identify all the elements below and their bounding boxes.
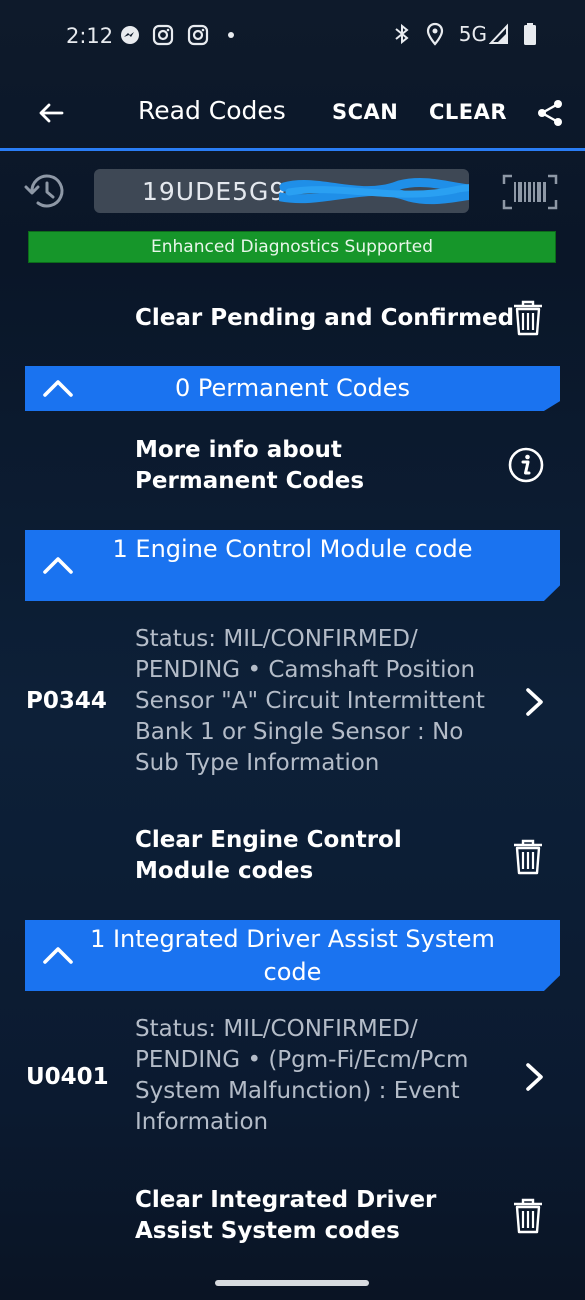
location-icon <box>426 22 443 46</box>
enhanced-diagnostics-banner: Enhanced Diagnostics Supported <box>28 231 556 263</box>
app-bar: Read Codes SCAN CLEAR <box>0 72 585 150</box>
status-right-icons: 5G <box>393 22 537 46</box>
clear-driver-assist-codes-row[interactable]: Clear Integrated Driver Assist System co… <box>0 1182 585 1254</box>
app-bar-divider <box>0 148 585 151</box>
trash-icon[interactable] <box>512 300 544 336</box>
share-icon[interactable] <box>535 98 565 128</box>
instagram-icon <box>152 24 174 46</box>
dot-icon <box>228 32 234 38</box>
driver-assist-system-header[interactable]: 1 Integrated Driver Assist System code <box>25 920 560 991</box>
chevron-up-icon[interactable] <box>41 944 75 966</box>
trouble-code-row[interactable]: U0401 Status: MIL/CONFIRMED/ PENDING • (… <box>0 1012 585 1147</box>
vin-input[interactable]: 19UDE5G9 <box>94 169 469 213</box>
trouble-code-description: Status: MIL/CONFIRMED/ PENDING • (Pgm-Fi… <box>135 1016 469 1135</box>
clear-button[interactable]: CLEAR <box>429 100 507 124</box>
history-icon[interactable] <box>24 172 70 212</box>
back-arrow-icon[interactable] <box>34 96 68 130</box>
section-title: 0 Permanent Codes <box>175 374 410 402</box>
trouble-code-id: P0344 <box>26 688 107 714</box>
trouble-code-id: U0401 <box>26 1064 109 1090</box>
barcode-scan-icon[interactable] <box>502 174 558 210</box>
permanent-codes-header[interactable]: 0 Permanent Codes <box>25 366 560 411</box>
permanent-codes-info-label[interactable]: More info about Permanent Codes <box>135 435 480 497</box>
bluetooth-icon <box>395 23 409 45</box>
instagram-icon <box>187 24 209 46</box>
scan-button[interactable]: SCAN <box>332 100 398 124</box>
trash-icon[interactable] <box>512 839 544 875</box>
info-icon[interactable] <box>508 447 544 483</box>
signal-icon <box>489 23 508 44</box>
messenger-icon <box>121 26 139 44</box>
redaction-scribble <box>279 178 469 205</box>
trouble-code-description: Status: MIL/CONFIRMED/ PENDING • Camshaf… <box>135 626 485 776</box>
clear-engine-codes-row[interactable]: Clear Engine Control Module codes <box>0 822 585 894</box>
clear-all-row[interactable]: Clear Pending and Confirmed <box>0 290 585 350</box>
clear-all-label: Clear Pending and Confirmed <box>135 305 515 331</box>
page-title: Read Codes <box>138 96 286 125</box>
clear-driver-assist-codes-label: Clear Integrated Driver Assist System co… <box>135 1187 437 1244</box>
status-time: 2:12 <box>66 24 114 48</box>
section-title: 1 Integrated Driver Assist System code <box>90 925 495 986</box>
chevron-up-icon[interactable] <box>41 554 75 576</box>
gesture-nav-handle[interactable] <box>215 1280 369 1286</box>
vin-value: 19UDE5G9 <box>142 177 287 206</box>
chevron-right-icon[interactable] <box>522 1062 546 1092</box>
trouble-code-row[interactable]: P0344 Status: MIL/CONFIRMED/ PENDING • C… <box>0 622 585 787</box>
section-title: 1 Engine Control Module code <box>112 535 473 563</box>
clear-engine-codes-label: Clear Engine Control Module codes <box>135 827 402 884</box>
chevron-right-icon[interactable] <box>522 687 546 717</box>
battery-icon <box>524 23 536 45</box>
status-bar: 2:12 5G <box>0 0 585 72</box>
network-type: 5G <box>458 22 487 46</box>
engine-control-module-header[interactable]: 1 Engine Control Module code <box>25 530 560 601</box>
trash-icon[interactable] <box>512 1198 544 1234</box>
chevron-up-icon[interactable] <box>41 377 75 399</box>
